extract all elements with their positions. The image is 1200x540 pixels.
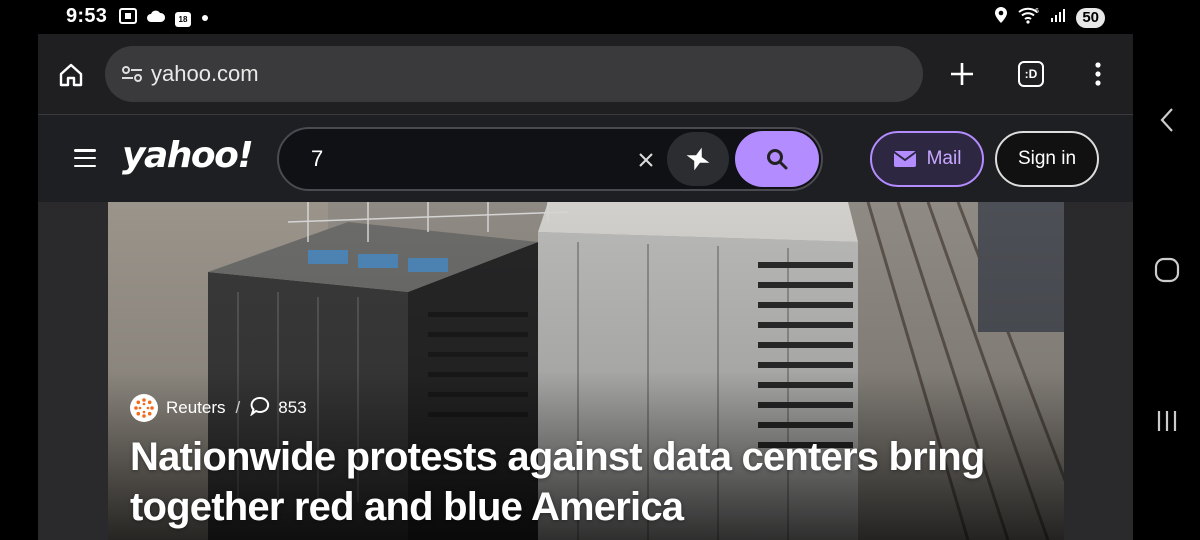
- wifi-icon: 6: [1018, 6, 1040, 29]
- tab-count: :D: [1018, 61, 1044, 87]
- system-nav-bar: [1133, 0, 1200, 540]
- menu-icon[interactable]: [74, 149, 96, 167]
- tab-switcher-button[interactable]: :D: [1015, 58, 1047, 90]
- hero-article[interactable]: Reuters / 853 Nationwide protests agains…: [108, 202, 1064, 540]
- location-icon: [994, 6, 1008, 29]
- reuters-logo-icon: [130, 394, 158, 422]
- comment-icon[interactable]: [250, 396, 270, 421]
- nav-home-icon[interactable]: [1151, 254, 1183, 286]
- search-icon: [767, 149, 788, 170]
- calendar-date: 18: [178, 14, 188, 24]
- recents-icon[interactable]: [1151, 405, 1183, 437]
- close-icon: [639, 153, 653, 167]
- yahoo-logo[interactable]: yahoo!: [122, 135, 254, 176]
- sign-in-button[interactable]: Sign in: [995, 131, 1099, 187]
- browser-menu-button[interactable]: [1082, 58, 1114, 90]
- byline-divider: /: [235, 398, 241, 417]
- mail-icon: [892, 151, 917, 167]
- status-time: 9:53: [66, 5, 108, 27]
- search-box[interactable]: 7: [277, 127, 823, 191]
- comment-count[interactable]: 853: [278, 398, 306, 418]
- calendar-icon: 18: [174, 10, 192, 28]
- ai-search-button[interactable]: [667, 132, 729, 186]
- search-input[interactable]: 7: [311, 146, 323, 172]
- article-headline[interactable]: Nationwide protests against data centers…: [130, 432, 1030, 532]
- article-byline: Reuters / 853: [130, 394, 307, 422]
- url-text[interactable]: yahoo.com: [151, 61, 259, 87]
- svg-text:6: 6: [1035, 8, 1039, 15]
- new-tab-button[interactable]: [946, 58, 978, 90]
- article-source[interactable]: Reuters: [166, 398, 226, 418]
- back-icon[interactable]: [1151, 104, 1183, 136]
- status-icons-left: 18: [118, 7, 210, 30]
- home-icon[interactable]: [56, 60, 86, 90]
- search-button[interactable]: [735, 131, 819, 187]
- signal-icon: [1050, 7, 1066, 28]
- battery-icon: 50: [1076, 7, 1105, 28]
- status-bar: 9:53 18 6 50: [38, 0, 1133, 34]
- status-icons-right: 6 50: [994, 6, 1105, 29]
- yahoo-header: yahoo! 7 Mail Sign in: [38, 114, 1133, 202]
- address-bar[interactable]: yahoo.com: [105, 46, 923, 102]
- screenshot-icon: [118, 7, 138, 30]
- more-vert-icon: [1095, 62, 1101, 86]
- site-settings-icon[interactable]: [119, 61, 145, 87]
- dot-icon: [200, 10, 210, 28]
- sparkle-icon: [686, 147, 710, 171]
- browser-toolbar: yahoo.com :D: [38, 34, 1133, 114]
- mail-label: Mail: [926, 148, 962, 169]
- plus-icon: [951, 63, 973, 85]
- mail-button[interactable]: Mail: [870, 131, 984, 187]
- web-page: yahoo! 7 Mail Sign in Reuters / 853 Nati…: [38, 114, 1133, 540]
- cloud-icon: [146, 9, 166, 28]
- clear-search-button[interactable]: [633, 147, 659, 173]
